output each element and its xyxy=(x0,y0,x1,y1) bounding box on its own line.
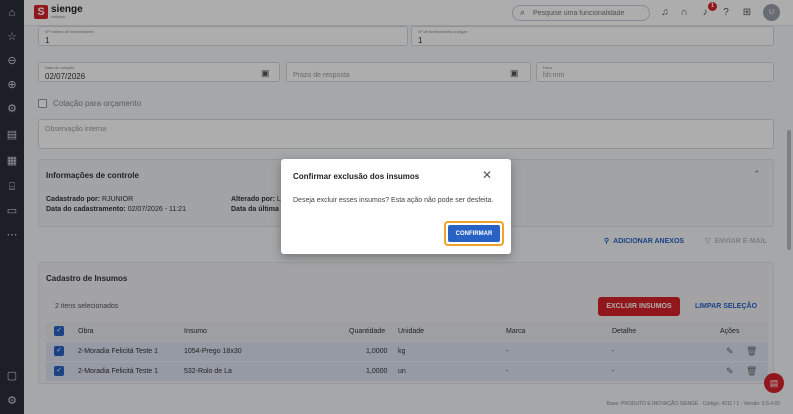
confirm-button-focus-ring: CONFIRMAR xyxy=(444,221,504,246)
close-icon[interactable]: ✕ xyxy=(479,167,495,183)
dialog-title: Confirmar exclusão dos insumos xyxy=(293,172,420,181)
dialog-message: Deseja excluir esses insumos? Esta ação … xyxy=(293,197,494,204)
confirm-button[interactable]: CONFIRMAR xyxy=(448,225,500,242)
confirm-delete-dialog: Confirmar exclusão dos insumos ✕ Deseja … xyxy=(281,159,511,254)
